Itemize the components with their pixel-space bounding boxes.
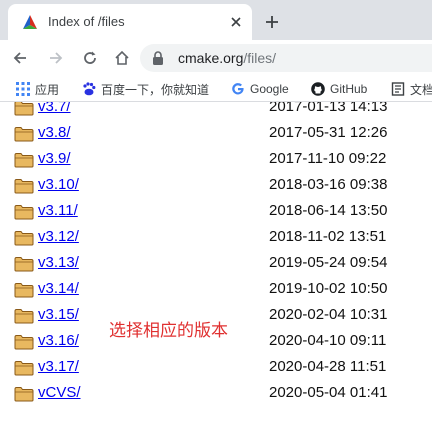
modified-date: 2019-10-02 10:50 bbox=[269, 280, 388, 297]
directory-link[interactable]: v3.9/ bbox=[38, 150, 71, 167]
baidu-paw-icon bbox=[83, 82, 96, 96]
bookmark-label: 应用 bbox=[35, 82, 60, 97]
new-tab-button[interactable] bbox=[260, 10, 284, 34]
directory-link[interactable]: v3.12/ bbox=[38, 228, 79, 245]
close-tab-icon[interactable] bbox=[228, 14, 244, 30]
document-icon bbox=[391, 82, 405, 96]
bookmark-label: 百度一下，你就知道 bbox=[101, 82, 210, 97]
directory-link[interactable]: v3.16/ bbox=[38, 332, 79, 349]
plus-icon bbox=[266, 16, 278, 28]
reload-icon bbox=[84, 51, 96, 64]
directory-link[interactable]: v3.15/ bbox=[38, 306, 79, 323]
bookmarks-bar: 应用 百度一下，你就知道 Google GitHub 文档 bbox=[0, 76, 432, 102]
bookmark-google[interactable]: Google bbox=[231, 79, 289, 99]
toolbar: cmake.org/files/ bbox=[0, 40, 432, 76]
folder-icon bbox=[14, 152, 34, 168]
folder-icon bbox=[14, 230, 34, 246]
directory-link[interactable]: v3.8/ bbox=[38, 124, 71, 141]
folder-icon bbox=[14, 282, 34, 298]
folder-icon bbox=[14, 178, 34, 194]
directory-link[interactable]: v3.11/ bbox=[38, 202, 78, 219]
folder-icon bbox=[14, 102, 34, 116]
modified-date: 2017-01-13 14:13 bbox=[269, 102, 388, 115]
folder-icon bbox=[14, 308, 34, 324]
home-button[interactable] bbox=[110, 46, 134, 70]
directory-link[interactable]: v3.17/ bbox=[38, 358, 79, 375]
modified-date: 2020-02-04 10:31 bbox=[269, 306, 388, 323]
list-item: v3.10/2018-03-16 09:38 bbox=[0, 175, 432, 201]
home-icon bbox=[115, 50, 129, 65]
folder-icon bbox=[14, 386, 34, 402]
apps-grid-icon bbox=[16, 82, 30, 96]
list-item: v3.13/2019-05-24 09:54 bbox=[0, 253, 432, 279]
list-item: v3.8/2017-05-31 12:26 bbox=[0, 123, 432, 149]
list-item: v3.12/2018-11-02 13:51 bbox=[0, 227, 432, 253]
modified-date: 2018-11-02 13:51 bbox=[269, 228, 387, 245]
directory-listing: v3.7/2017-01-13 14:13 v3.8/2017-05-31 12:… bbox=[0, 102, 432, 423]
url-text: cmake.org/files/ bbox=[178, 50, 276, 66]
annotation-text: 选择相应的版本 bbox=[109, 321, 228, 341]
modified-date: 2020-05-04 01:41 bbox=[269, 384, 388, 401]
folder-icon bbox=[14, 256, 34, 272]
reload-button[interactable] bbox=[78, 46, 102, 70]
browser-tab[interactable]: Index of /files bbox=[8, 4, 252, 40]
forward-button[interactable] bbox=[44, 46, 68, 70]
list-item: v3.7/2017-01-13 14:13 bbox=[0, 102, 432, 123]
tab-title: Index of /files bbox=[48, 14, 125, 29]
folder-icon bbox=[14, 360, 34, 376]
directory-link[interactable]: vCVS/ bbox=[38, 384, 81, 401]
list-item: v3.11/2018-06-14 13:50 bbox=[0, 201, 432, 227]
modified-date: 2019-05-24 09:54 bbox=[269, 254, 388, 271]
bookmark-github[interactable]: GitHub bbox=[311, 79, 367, 99]
directory-link[interactable]: v3.13/ bbox=[38, 254, 79, 271]
modified-date: 2018-03-16 09:38 bbox=[269, 176, 388, 193]
list-item: v3.14/2019-10-02 10:50 bbox=[0, 279, 432, 305]
google-g-icon bbox=[232, 83, 244, 95]
directory-link[interactable]: v3.7/ bbox=[38, 102, 71, 115]
modified-date: 2017-11-10 09:22 bbox=[269, 150, 387, 167]
tab-strip: Index of /files bbox=[0, 0, 432, 40]
url-host: cmake.org bbox=[178, 50, 244, 66]
directory-link[interactable]: v3.14/ bbox=[38, 280, 79, 297]
list-item: vCVS/2020-05-04 01:41 bbox=[0, 383, 432, 409]
back-button[interactable] bbox=[8, 46, 32, 70]
bookmark-baidu[interactable]: 百度一下，你就知道 bbox=[82, 79, 209, 99]
modified-date: 2018-06-14 13:50 bbox=[269, 202, 388, 219]
list-item: v3.9/2017-11-10 09:22 bbox=[0, 149, 432, 175]
bookmark-docs[interactable]: 文档 bbox=[391, 79, 432, 99]
github-octocat-icon bbox=[311, 82, 325, 96]
list-item: v3.17/2020-04-28 11:51 bbox=[0, 357, 432, 383]
bookmark-label: Google bbox=[250, 82, 289, 96]
url-path: /files/ bbox=[243, 50, 277, 66]
folder-icon bbox=[14, 204, 34, 220]
address-bar[interactable]: cmake.org/files/ bbox=[140, 44, 432, 72]
folder-icon bbox=[14, 126, 34, 142]
lock-icon bbox=[153, 51, 163, 65]
cmake-logo-icon bbox=[23, 15, 37, 29]
directory-link[interactable]: v3.10/ bbox=[38, 176, 79, 193]
bookmark-apps[interactable]: 应用 bbox=[16, 79, 59, 99]
folder-icon bbox=[14, 334, 34, 350]
modified-date: 2020-04-10 09:11 bbox=[269, 332, 387, 349]
bookmark-label: GitHub bbox=[330, 82, 368, 96]
modified-date: 2020-04-28 11:51 bbox=[269, 358, 387, 375]
arrow-right-icon bbox=[50, 52, 63, 64]
modified-date: 2017-05-31 12:26 bbox=[269, 124, 388, 141]
arrow-left-icon bbox=[13, 52, 26, 64]
bookmark-label: 文档 bbox=[410, 82, 432, 97]
